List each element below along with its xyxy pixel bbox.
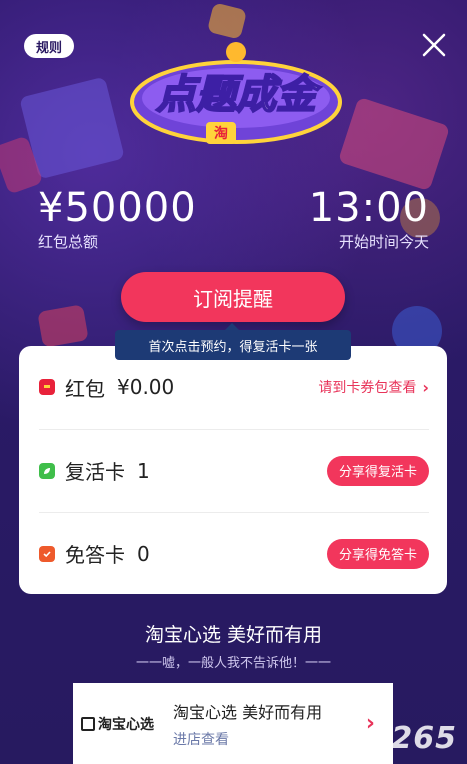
- shop-logo: 淘宝心选: [81, 714, 161, 734]
- close-icon: [422, 33, 446, 57]
- red-packet-label: 红包: [65, 376, 105, 401]
- view-coupons-label: 请到卡券包查看: [318, 380, 417, 396]
- skip-card-value: 0: [137, 541, 150, 566]
- close-button[interactable]: [419, 30, 449, 60]
- start-time-value: 13:00: [308, 185, 429, 231]
- red-packet-value: ¥0.00: [117, 375, 175, 399]
- shop-title: 淘宝心选 美好而有用: [173, 702, 323, 722]
- skip-card-row: 免答卡 0 分享得免答卡: [39, 512, 429, 594]
- leaf-icon: [39, 462, 55, 479]
- logo-text: 点题成金: [156, 72, 322, 118]
- event-logo: 点题成金 淘: [118, 42, 354, 150]
- red-packet-icon: [39, 379, 55, 395]
- sponsor-slogan: 淘宝心选 美好而有用: [144, 624, 323, 646]
- total-amount-value: ¥50000: [38, 185, 197, 231]
- shop-subtitle: 进店查看: [173, 731, 229, 748]
- revive-card-label: 复活卡: [65, 460, 125, 484]
- shop-logo-text: 淘宝心选: [98, 716, 154, 733]
- view-coupons-link[interactable]: 请到卡券包查看 ›: [318, 377, 429, 397]
- total-amount-stat: ¥50000 红包总额: [38, 186, 197, 252]
- subscribe-tooltip: 首次点击预约，得复活卡一张: [115, 323, 351, 360]
- start-time-stat: 13:00 开始时间今天: [309, 186, 429, 252]
- rules-button[interactable]: 规则: [24, 34, 74, 58]
- revive-card-value: 1: [137, 458, 150, 483]
- rewards-card: 红包 ¥0.00 请到卡券包查看 › 复活卡 1 分享得复活卡 免答卡 0 分享…: [19, 346, 447, 594]
- subscribe-reminder-button[interactable]: 订阅提醒: [121, 272, 345, 322]
- share-revive-card-button[interactable]: 分享得复活卡: [326, 455, 429, 486]
- shop-logo-mark: [81, 716, 95, 731]
- revive-card-row: 复活卡 1 分享得复活卡: [39, 429, 429, 511]
- start-time-label: 开始时间今天: [338, 233, 429, 251]
- sponsor-sub-slogan: 一一嘘，一般人我不告诉他！一一: [135, 656, 331, 671]
- total-amount-label: 红包总额: [38, 233, 99, 251]
- logo-badge: 淘: [214, 125, 228, 142]
- share-skip-card-button[interactable]: 分享得免答卡: [326, 538, 429, 569]
- shop-banner[interactable]: 淘宝心选 淘宝心选 美好而有用 进店查看 ›: [73, 683, 393, 764]
- shield-check-icon: [39, 545, 55, 562]
- chevron-right-icon: ›: [422, 377, 429, 397]
- skip-card-label: 免答卡: [65, 543, 125, 567]
- watermark: 2265: [369, 721, 457, 756]
- shop-text: 淘宝心选 美好而有用 进店查看: [173, 699, 322, 749]
